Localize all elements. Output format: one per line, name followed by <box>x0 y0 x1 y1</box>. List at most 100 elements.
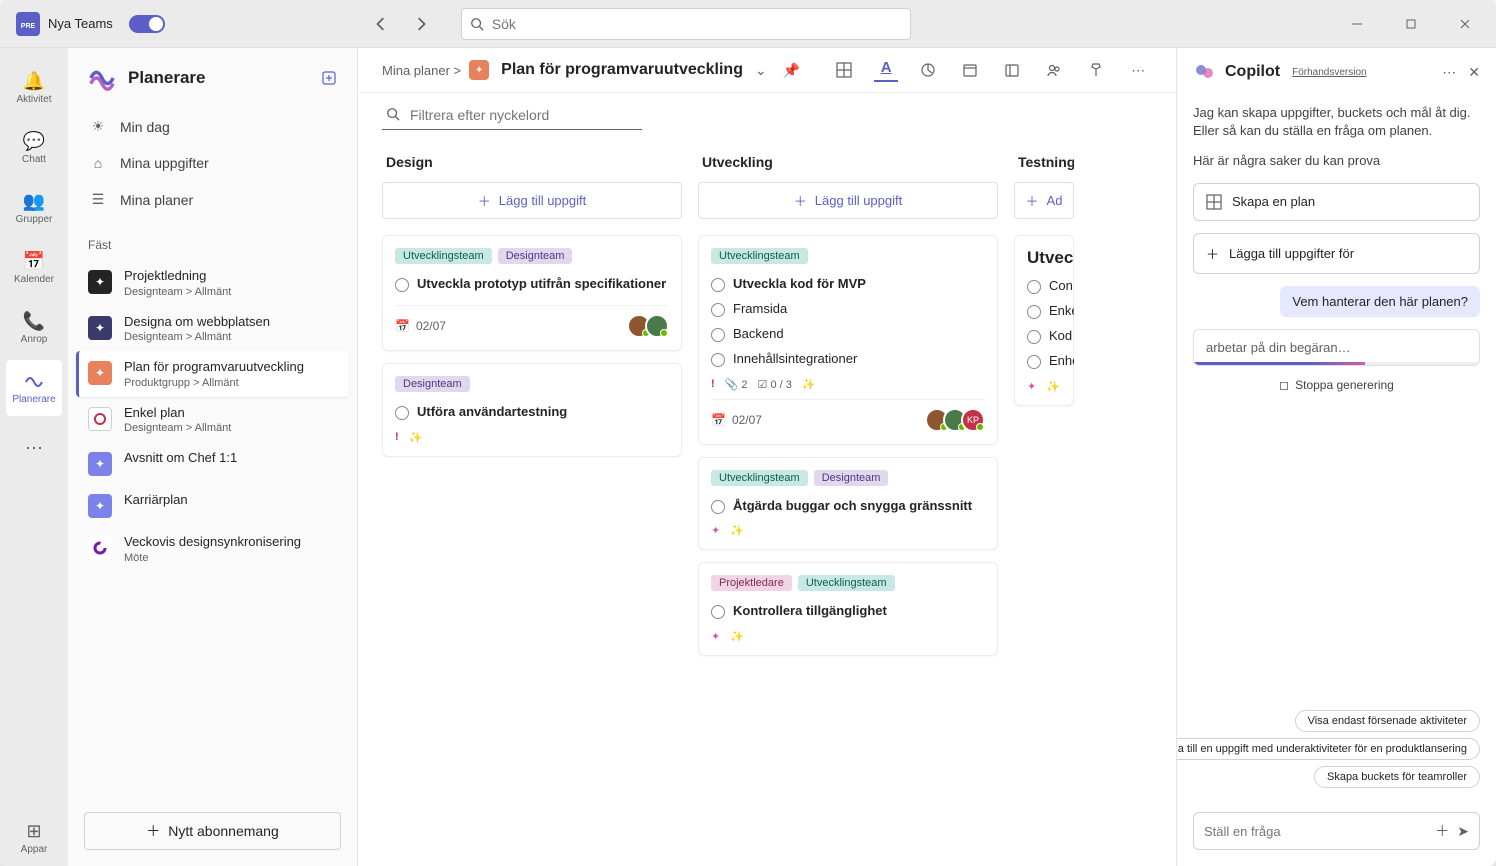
task-title: Kontrollera tillgänglighet <box>733 603 887 620</box>
task-row[interactable]: Utföra användartestning <box>395 400 669 425</box>
timeline-view-icon[interactable] <box>1000 58 1024 82</box>
rail-calls[interactable]: 📞 Anrop <box>6 300 62 356</box>
goals-view-icon[interactable] <box>1084 58 1108 82</box>
task-row[interactable]: Enhet <box>1027 349 1061 374</box>
filter-input[interactable] <box>382 101 642 130</box>
breadcrumb[interactable]: Mina planer > <box>382 63 461 78</box>
maximize-icon[interactable] <box>1388 8 1434 40</box>
close-icon[interactable] <box>1442 8 1488 40</box>
people-view-icon[interactable] <box>1042 58 1066 82</box>
task-row[interactable]: Utveckla prototyp utifrån specifikatione… <box>395 272 669 297</box>
task-card[interactable]: Utveckla/ConEnkelKodEnhet✦✨ <box>1014 235 1074 406</box>
send-icon[interactable]: ➤ <box>1457 823 1469 840</box>
global-search[interactable] <box>461 8 911 40</box>
task-card[interactable]: ProjektledareUtvecklingsteamKontrollera … <box>698 562 998 656</box>
copilot-more-icon[interactable]: ⋯ <box>1442 64 1456 81</box>
task-row[interactable]: Backend <box>711 322 985 347</box>
sidebar-plan-item[interactable]: ✦Designa om webbplatsenDesignteam > Allm… <box>76 306 349 352</box>
task-row[interactable]: Framsida <box>711 297 985 322</box>
task-row[interactable]: Kod <box>1027 324 1061 349</box>
task-card[interactable]: DesignteamUtföra användartestning!✨ <box>382 363 682 457</box>
add-icon[interactable]: ＋ <box>1435 821 1449 841</box>
task-checkbox[interactable] <box>711 605 725 619</box>
nav-forward-icon[interactable] <box>405 8 437 40</box>
add-task-button[interactable]: ＋Lägg till uppgift <box>698 182 998 219</box>
rail-teams[interactable]: 👥 Grupper <box>6 180 62 236</box>
calendar-icon: 📅 <box>23 251 45 272</box>
copilot-close-icon[interactable]: ✕ <box>1468 64 1480 81</box>
home-icon: ⌂ <box>88 155 108 171</box>
task-checkbox[interactable] <box>711 353 725 367</box>
sidebar-plan-item[interactable]: Enkel planDesignteam > Allmänt <box>76 397 349 443</box>
chart-view-icon[interactable] <box>916 58 940 82</box>
kanban-board: Design＋Lägg till uppgiftUtvecklingsteamD… <box>358 146 1176 866</box>
task-checkbox[interactable] <box>1027 355 1041 369</box>
rail-more[interactable]: ⋯ <box>6 420 62 476</box>
task-row[interactable]: Enkel <box>1027 299 1061 324</box>
nav-back-icon[interactable] <box>365 8 397 40</box>
copilot-ask-input[interactable] <box>1204 824 1427 839</box>
stop-generating-button[interactable]: ◻ Stoppa generering <box>1193 378 1480 392</box>
chip-delayed[interactable]: Visa endast försenade aktiviteter <box>1295 710 1480 732</box>
minimize-icon[interactable] <box>1334 8 1380 40</box>
task-checkbox[interactable] <box>1027 305 1041 319</box>
add-task-button[interactable]: ＋Ad <box>1014 182 1074 219</box>
add-task-button[interactable]: ＋Lägg till uppgift <box>382 182 682 219</box>
assignees[interactable] <box>627 314 669 338</box>
nav-label: Min dag <box>120 119 170 135</box>
plan-title: Projektledning <box>124 268 231 284</box>
nav-my-plans[interactable]: ☰ Mina planer <box>76 181 349 218</box>
chip-buckets[interactable]: Skapa buckets för teamroller <box>1314 766 1480 788</box>
grid-view-icon[interactable] <box>832 58 856 82</box>
rail-apps[interactable]: ⊞ Appar <box>6 810 62 866</box>
nav-my-tasks[interactable]: ⌂ Mina uppgifter <box>76 145 349 181</box>
suggest-add-tasks[interactable]: ＋ Lägga till uppgifter för <box>1193 233 1480 274</box>
chevron-down-icon[interactable]: ⌄ <box>755 62 767 79</box>
pin-icon[interactable]: 📌 <box>783 62 800 79</box>
sidebar-plan-item[interactable]: Veckovis designsynkroniseringMöte <box>76 526 349 572</box>
new-sub-label: Nytt abonnemang <box>168 823 279 839</box>
task-checkbox[interactable] <box>711 303 725 317</box>
assignees[interactable]: KP <box>925 408 985 432</box>
task-title: Innehållsintegrationer <box>733 351 857 368</box>
sidebar-plan-item[interactable]: ✦Plan för programvaruutvecklingProduktgr… <box>76 351 349 397</box>
task-row[interactable]: Con <box>1027 274 1061 299</box>
task-checkbox[interactable] <box>711 500 725 514</box>
task-card[interactable]: UtvecklingsteamUtveckla kod för MVPFrams… <box>698 235 998 445</box>
task-row[interactable]: Utveckla kod för MVP <box>711 272 985 297</box>
plan-icon: ✦ <box>88 316 112 340</box>
task-row[interactable]: Åtgärda buggar och snygga gränssnitt <box>711 494 985 519</box>
sidebar-plan-item[interactable]: ✦Karriärplan <box>76 484 349 526</box>
chip-subtasks[interactable]: Lägga till en uppgift med underaktivitet… <box>1177 738 1480 760</box>
schedule-view-icon[interactable] <box>958 58 982 82</box>
card-footer: 📅 02/07KP <box>711 399 985 432</box>
task-card[interactable]: UtvecklingsteamDesignteamÅtgärda buggar … <box>698 457 998 551</box>
preview-toggle[interactable] <box>129 15 165 33</box>
nav-my-day[interactable]: ☀ Min dag <box>76 108 349 145</box>
task-checkbox[interactable] <box>711 328 725 342</box>
task-card[interactable]: UtvecklingsteamDesignteamUtveckla protot… <box>382 235 682 351</box>
suggest-create-plan[interactable]: Skapa en plan <box>1193 183 1480 221</box>
rail-planner[interactable]: Planerare <box>6 360 62 416</box>
app-rail: 🔔 Aktivitet 💬 Chatt 👥 Grupper 📅 Kalender… <box>0 48 68 866</box>
task-checkbox[interactable] <box>711 278 725 292</box>
task-checkbox[interactable] <box>395 406 409 420</box>
task-checkbox[interactable] <box>1027 330 1041 344</box>
more-views-icon[interactable]: ⋯ <box>1126 58 1150 82</box>
preview-badge[interactable]: Förhandsversion <box>1292 67 1366 78</box>
new-subscription-button[interactable]: ＋ Nytt abonnemang <box>84 812 341 850</box>
sparkle-icon: ✨ <box>730 630 744 643</box>
sidebar-plan-item[interactable]: ✦ProjektledningDesignteam > Allmänt <box>76 260 349 306</box>
sidebar-nav: ☀ Min dag ⌂ Mina uppgifter ☰ Mina planer <box>68 104 357 222</box>
expand-icon[interactable] <box>321 70 337 86</box>
rail-chat[interactable]: 💬 Chatt <box>6 120 62 176</box>
rail-calendar[interactable]: 📅 Kalender <box>6 240 62 296</box>
search-input[interactable] <box>492 16 902 32</box>
board-view-icon[interactable]: A <box>874 58 898 82</box>
task-checkbox[interactable] <box>395 278 409 292</box>
task-row[interactable]: Kontrollera tillgänglighet <box>711 599 985 624</box>
rail-activity[interactable]: 🔔 Aktivitet <box>6 60 62 116</box>
sidebar-plan-item[interactable]: ✦Avsnitt om Chef 1:1 <box>76 442 349 484</box>
task-checkbox[interactable] <box>1027 280 1041 294</box>
task-row[interactable]: Innehållsintegrationer <box>711 347 985 372</box>
